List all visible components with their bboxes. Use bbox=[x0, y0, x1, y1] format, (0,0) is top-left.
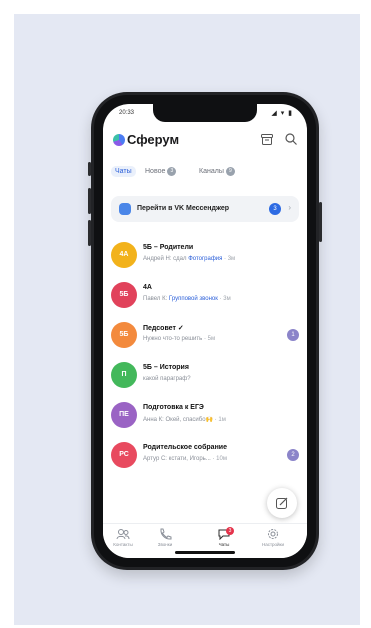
tab-channels-count: 9 bbox=[225, 167, 235, 176]
preview-attachment: Групповой звонок bbox=[168, 296, 218, 302]
avatar: ПЕ bbox=[111, 402, 137, 428]
sferum-logo-icon bbox=[113, 134, 125, 146]
top-bar: Сферум bbox=[103, 126, 307, 154]
chat-preview: Нужно что-то решить · 5м bbox=[143, 336, 216, 342]
chat-time: 1м bbox=[218, 417, 226, 423]
tab-chats-label: Чаты bbox=[115, 168, 132, 175]
chat-title: Педсовет ✓ bbox=[143, 325, 184, 332]
chat-time: 3м bbox=[223, 296, 231, 302]
vk-messenger-banner[interactable]: Перейти в VK Мессенджер 3 › bbox=[111, 196, 299, 222]
phone-icon bbox=[160, 528, 172, 540]
edit-icon bbox=[276, 497, 288, 509]
preview-text: Артур С: кстати, Игорь... bbox=[143, 456, 211, 462]
nav-chats-badge: 3 bbox=[226, 527, 234, 535]
chat-row[interactable]: РС Родительское собрание Артур С: кстати… bbox=[103, 438, 307, 478]
chat-preview: Артур С: кстати, Игорь... · 10м bbox=[143, 456, 227, 462]
tab-new-count: 3 bbox=[167, 167, 177, 176]
preview-text: какой параграф? bbox=[143, 376, 191, 382]
unread-badge: 1 bbox=[287, 329, 299, 341]
nav-contacts[interactable]: Контакты bbox=[103, 528, 143, 547]
preview-text: Андрей Н: сдал bbox=[143, 256, 189, 262]
phone-side-button bbox=[88, 162, 91, 176]
nav-settings[interactable]: Настройки bbox=[253, 528, 293, 547]
gear-icon bbox=[268, 529, 278, 539]
contacts-icon bbox=[116, 529, 130, 540]
phone-side-button bbox=[88, 188, 91, 214]
chat-preview: Павел К: Групповой звонок · 3м bbox=[143, 296, 231, 302]
home-indicator bbox=[175, 551, 235, 554]
chat-row[interactable]: ПЕ Подготовка к ЕГЭ Анна К: Окей, спасиб… bbox=[103, 398, 307, 438]
phone-side-button bbox=[88, 220, 91, 246]
avatar: 5Б bbox=[111, 322, 137, 348]
app-screen: 20:33 ◢ ▾ ▮ Сферум Чаты Новое 3 Каналы 9… bbox=[103, 104, 307, 558]
avatar: 5Б bbox=[111, 282, 137, 308]
chat-preview: Анна К: Окей, спасибо🙌 · 1м bbox=[143, 417, 226, 423]
phone-mockup: 20:33 ◢ ▾ ▮ Сферум Чаты Новое 3 Каналы 9… bbox=[88, 92, 322, 570]
preview-text: Павел К: bbox=[143, 296, 169, 302]
unread-badge: 2 bbox=[287, 449, 299, 461]
app-title: Сферум bbox=[127, 132, 180, 147]
tab-bar: Чаты Новое 3 Каналы 9 bbox=[103, 162, 307, 182]
nav-chats[interactable]: 3 Чаты bbox=[204, 527, 244, 547]
tab-new[interactable]: Новое 3 bbox=[145, 167, 177, 176]
avatar: 4А bbox=[111, 242, 137, 268]
avatar: РС bbox=[111, 442, 137, 468]
chat-row[interactable]: 5Б Педсовет ✓ Нужно что-то решить · 5м 1 bbox=[103, 318, 307, 358]
chat-title: 5Б – Родители bbox=[143, 244, 194, 251]
chat-time: 3м bbox=[227, 256, 236, 262]
chat-title: 4А bbox=[143, 284, 152, 291]
chat-row[interactable]: 4А 5Б – Родители Андрей Н: сдал Фотограф… bbox=[103, 238, 307, 278]
tab-channels-label: Каналы bbox=[199, 168, 224, 175]
chat-preview: Андрей Н: сдал Фотография · 3м bbox=[143, 256, 236, 262]
phone-power-button bbox=[319, 202, 322, 242]
status-time: 20:33 bbox=[119, 110, 135, 116]
preview-text: Анна К: Окей, спасибо🙌 bbox=[143, 417, 214, 423]
nav-contacts-label: Контакты bbox=[113, 542, 133, 547]
chat-title: Родительское собрание bbox=[143, 444, 227, 451]
vk-messenger-icon bbox=[119, 203, 131, 215]
nav-chats-label: Чаты bbox=[218, 542, 230, 547]
archive-icon[interactable] bbox=[261, 134, 273, 145]
chat-preview: какой параграф? bbox=[143, 376, 191, 382]
avatar: П bbox=[111, 362, 137, 388]
nav-calls[interactable]: Звонки bbox=[145, 528, 185, 547]
chat-title: Подготовка к ЕГЭ bbox=[143, 404, 204, 411]
chevron-right-icon: › bbox=[288, 203, 291, 212]
chat-title: 5Б – История bbox=[143, 364, 189, 371]
chat-time: 5м bbox=[207, 336, 216, 342]
preview-attachment: Фотография bbox=[188, 256, 223, 262]
status-bar: 20:33 ◢ ▾ ▮ bbox=[115, 108, 295, 120]
preview-text: Нужно что-то решить bbox=[143, 336, 203, 342]
nav-settings-label: Настройки bbox=[261, 542, 285, 547]
tab-channels[interactable]: Каналы 9 bbox=[199, 167, 235, 176]
tab-chats[interactable]: Чаты bbox=[111, 166, 136, 177]
banner-count-badge: 3 bbox=[269, 203, 281, 215]
chat-row[interactable]: 5Б 4А Павел К: Групповой звонок · 3м bbox=[103, 278, 307, 318]
tab-new-label: Новое bbox=[145, 168, 166, 175]
compose-button[interactable] bbox=[267, 488, 297, 518]
status-icons: ◢ ▾ ▮ bbox=[271, 110, 293, 117]
nav-calls-label: Звонки bbox=[157, 542, 173, 547]
search-icon[interactable] bbox=[285, 133, 297, 145]
banner-text: Перейти в VK Мессенджер bbox=[137, 205, 230, 212]
chat-time: 10м bbox=[216, 456, 227, 462]
chat-row[interactable]: П 5Б – История какой параграф? bbox=[103, 358, 307, 398]
